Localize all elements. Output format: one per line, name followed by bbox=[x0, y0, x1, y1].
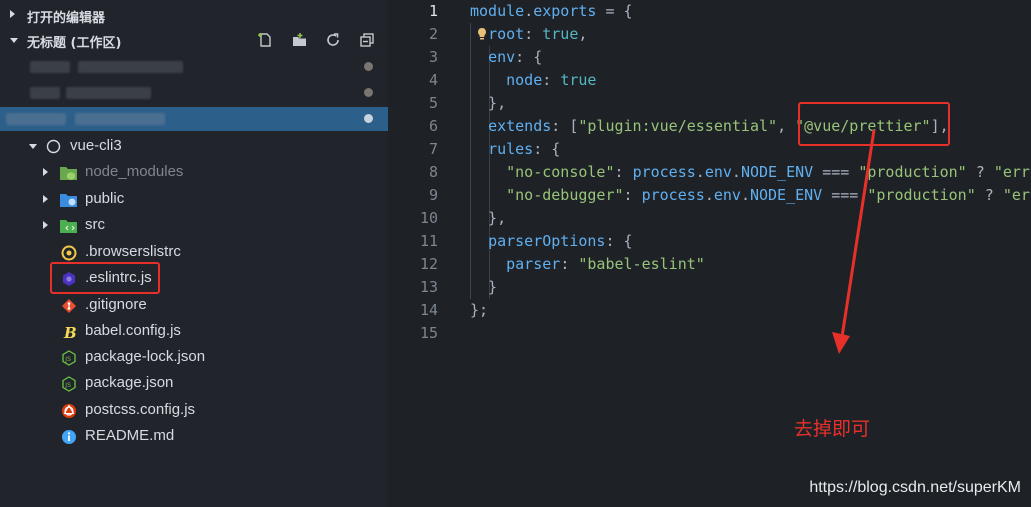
explorer-sidebar: 打开的编辑器 无标题 (工作区) vue-cli3 node_modules p… bbox=[0, 0, 388, 507]
code-line[interactable]: 12 parser: "babel-eslint" bbox=[388, 253, 1031, 276]
line-number: 7 bbox=[428, 140, 438, 158]
tree-item-label: README.md bbox=[85, 427, 175, 444]
chevron-right-icon bbox=[43, 195, 48, 203]
tree-file-package-lock[interactable]: JS package-lock.json bbox=[0, 344, 388, 370]
tree-item-label: .gitignore bbox=[85, 296, 147, 313]
refresh-button[interactable] bbox=[322, 31, 344, 49]
code-line[interactable]: 14}; bbox=[388, 299, 1031, 322]
node-modules-folder-icon bbox=[60, 164, 77, 181]
new-file-button[interactable] bbox=[254, 31, 276, 49]
open-editors-header[interactable]: 打开的编辑器 bbox=[0, 2, 388, 28]
line-number: 5 bbox=[428, 94, 438, 112]
nodejs-icon: JS bbox=[60, 375, 77, 392]
code-line[interactable]: 4 node: true bbox=[388, 69, 1031, 92]
browserslist-icon bbox=[60, 244, 77, 261]
tree-item-label: node_modules bbox=[85, 163, 184, 180]
new-folder-icon bbox=[293, 33, 306, 46]
tree-folder-vue-cli3[interactable]: vue-cli3 bbox=[0, 133, 388, 159]
tree-file-babel-config[interactable]: B babel.config.js bbox=[0, 318, 388, 344]
line-number: 4 bbox=[428, 71, 438, 89]
tree-item-label: src bbox=[85, 216, 105, 233]
annotation-note: 去掉即可 bbox=[794, 418, 871, 440]
lightbulb-icon[interactable] bbox=[476, 27, 488, 41]
tree-file-postcss-config[interactable]: postcss.config.js bbox=[0, 397, 388, 423]
tree-folder-node-modules[interactable]: node_modules bbox=[0, 159, 388, 185]
line-number: 15 bbox=[419, 324, 438, 342]
tree-folder-src[interactable]: src bbox=[0, 212, 388, 238]
tree-file-readme[interactable]: README.md bbox=[0, 423, 388, 449]
code-editor[interactable]: 1 module.exports = { 2 root: true, 3 env:… bbox=[388, 0, 1031, 507]
public-folder-icon bbox=[60, 191, 77, 208]
status-dot bbox=[364, 114, 373, 123]
line-number: 14 bbox=[419, 301, 438, 319]
code-line[interactable]: 3 env: { bbox=[388, 46, 1031, 69]
svg-text:JS: JS bbox=[64, 356, 71, 363]
blurred-item[interactable] bbox=[0, 55, 388, 79]
line-number: 10 bbox=[419, 209, 438, 227]
collapse-all-button[interactable] bbox=[356, 31, 378, 49]
babel-icon: B bbox=[60, 323, 77, 340]
line-number: 3 bbox=[428, 48, 438, 66]
tree-file-gitignore[interactable]: .gitignore bbox=[0, 292, 388, 318]
src-folder-icon bbox=[60, 217, 77, 234]
line-number: 9 bbox=[428, 186, 438, 204]
code-line[interactable]: 1 module.exports = { bbox=[388, 0, 1031, 23]
line-number: 8 bbox=[428, 163, 438, 181]
tree-item-label: postcss.config.js bbox=[85, 401, 196, 418]
blurred-item-selected[interactable] bbox=[0, 107, 388, 131]
new-file-icon bbox=[258, 33, 271, 47]
code-line[interactable]: 13 } bbox=[388, 276, 1031, 299]
postcss-icon bbox=[60, 402, 77, 419]
chevron-down-icon bbox=[10, 38, 18, 43]
open-editors-label: 打开的编辑器 bbox=[27, 11, 106, 26]
info-icon bbox=[60, 428, 77, 445]
collapse-all-icon bbox=[360, 33, 374, 47]
tree-item-label: babel.config.js bbox=[85, 322, 181, 339]
status-dot bbox=[364, 88, 373, 97]
workspace-header[interactable]: 无标题 (工作区) bbox=[0, 27, 388, 53]
tree-item-label: .browserslistrc bbox=[85, 243, 181, 260]
tree-item-label: package-lock.json bbox=[85, 348, 206, 365]
tree-item-label: public bbox=[85, 190, 125, 207]
code-line[interactable]: 10 }, bbox=[388, 207, 1031, 230]
chevron-down-icon bbox=[29, 144, 37, 149]
git-icon bbox=[60, 297, 77, 314]
refresh-icon bbox=[327, 33, 339, 46]
svg-text:JS: JS bbox=[64, 382, 71, 389]
line-number: 1 bbox=[428, 2, 438, 20]
nodejs-icon: JS bbox=[60, 349, 77, 366]
workspace-label: 无标题 (工作区) bbox=[27, 36, 122, 51]
code-line[interactable]: 11 parserOptions: { bbox=[388, 230, 1031, 253]
chevron-right-icon bbox=[43, 168, 48, 176]
line-number: 12 bbox=[419, 255, 438, 273]
code-line[interactable]: 8 "no-console": process.env.NODE_ENV ===… bbox=[388, 161, 1031, 184]
line-number: 6 bbox=[428, 117, 438, 135]
new-folder-button[interactable] bbox=[288, 31, 310, 49]
highlight-box-eslintrc bbox=[50, 262, 160, 294]
svg-text:B: B bbox=[63, 324, 77, 340]
status-dot bbox=[364, 62, 373, 71]
line-number: 11 bbox=[419, 232, 438, 250]
tree-item-label: package.json bbox=[85, 374, 174, 391]
code-line[interactable]: 9 "no-debugger": process.env.NODE_ENV ==… bbox=[388, 184, 1031, 207]
tree-folder-public[interactable]: public bbox=[0, 186, 388, 212]
watermark: https://blog.csdn.net/superKM bbox=[809, 479, 1021, 496]
chevron-right-icon bbox=[10, 10, 15, 18]
tree-item-label: vue-cli3 bbox=[70, 137, 122, 154]
blurred-item[interactable] bbox=[0, 81, 388, 105]
code-line[interactable]: 15 bbox=[388, 322, 1031, 345]
folder-root-icon bbox=[45, 138, 62, 155]
arrow-annotation bbox=[832, 129, 876, 354]
chevron-right-icon bbox=[43, 221, 48, 229]
tree-file-package-json[interactable]: JS package.json bbox=[0, 370, 388, 396]
line-number: 2 bbox=[428, 25, 438, 43]
line-number: 13 bbox=[419, 278, 438, 296]
explorer-toolbar bbox=[254, 31, 378, 49]
